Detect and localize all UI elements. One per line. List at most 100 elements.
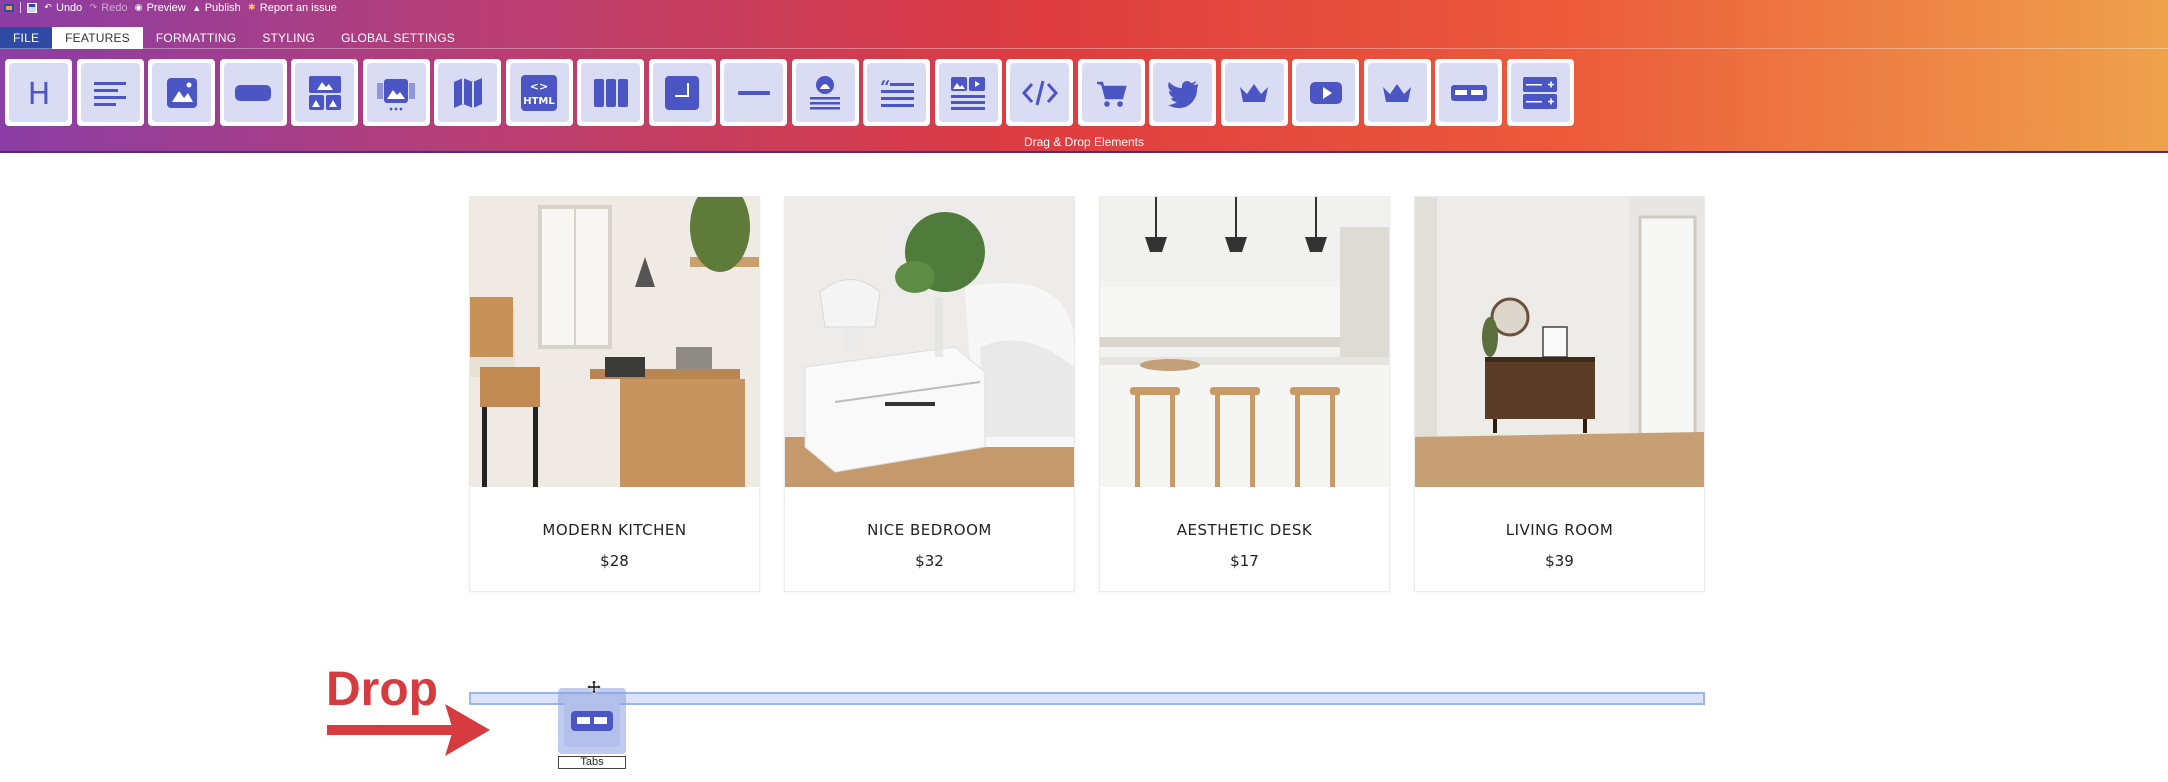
product-card[interactable]: MODERN KITCHEN $28 xyxy=(469,196,760,592)
redo-icon: ↷ xyxy=(89,2,98,12)
columns-tool[interactable] xyxy=(577,59,644,126)
undo-label: Undo xyxy=(56,1,83,14)
eye-icon: ◉ xyxy=(134,2,143,12)
product-name: NICE BEDROOM xyxy=(867,521,992,539)
button-tool[interactable] xyxy=(219,59,287,126)
save-button[interactable] xyxy=(27,2,37,13)
move-cursor-icon xyxy=(587,680,601,694)
divider-icon xyxy=(737,90,770,95)
button-icon xyxy=(235,84,271,101)
container-tool[interactable] xyxy=(648,59,716,126)
quick-menu: ↶ Undo ↷ Redo ◉ Preview ▲ Publish ✱ Report an… xyxy=(0,0,337,15)
map-icon xyxy=(453,77,482,108)
cart-tool[interactable] xyxy=(1077,59,1145,126)
svg-text:H: H xyxy=(27,77,50,112)
product-card[interactable]: NICE BEDROOM $32 xyxy=(784,196,1075,592)
tabs-tool[interactable] xyxy=(1435,59,1502,126)
product-name: LIVING ROOM xyxy=(1505,521,1614,539)
product-price: $39 xyxy=(1545,552,1574,570)
profile-icon xyxy=(810,75,840,109)
product-price: $17 xyxy=(1230,552,1259,570)
product-card[interactable]: LIVING ROOM $39 xyxy=(1414,196,1705,592)
image-slider-tool[interactable] xyxy=(362,59,430,126)
product-name: MODERN KITCHEN xyxy=(542,521,687,539)
youtube-icon xyxy=(1309,81,1342,104)
svg-text:“: “ xyxy=(880,77,890,98)
map-tool[interactable] xyxy=(434,59,501,126)
tab-file[interactable]: FILE xyxy=(0,27,53,49)
drop-zone-indicator[interactable] xyxy=(469,692,1705,705)
crown-icon xyxy=(1240,83,1268,102)
premium-tool[interactable] xyxy=(1363,59,1431,126)
product-grid: MODERN KITCHEN $28 NICE BEDROOM $32 AEST… xyxy=(469,196,1705,592)
accordion-tool[interactable] xyxy=(1506,59,1574,126)
text-lines-icon xyxy=(94,81,126,106)
publish-icon: ▲ xyxy=(192,2,202,13)
heading-tool[interactable]: H xyxy=(5,59,72,126)
undo-button[interactable]: ↶ Undo xyxy=(43,2,82,14)
divider-tool[interactable] xyxy=(720,59,787,126)
report-issue-button[interactable]: ✱ Report an issue xyxy=(247,2,337,14)
undo-icon: ↶ xyxy=(44,2,52,12)
svg-text:<>: <> xyxy=(530,80,548,93)
tab-formatting[interactable]: FORMATTING xyxy=(143,27,249,49)
product-image[interactable] xyxy=(1415,197,1704,487)
quote-tool[interactable]: “ xyxy=(863,59,930,126)
product-price: $32 xyxy=(915,552,944,570)
product-image[interactable] xyxy=(785,197,1074,487)
product-name: AESTHETIC DESK xyxy=(1176,521,1313,539)
ribbon-tabs: FILE FEATURES FORMATTING STYLING GLOBAL … xyxy=(0,27,2168,49)
svg-text:HTML: HTML xyxy=(523,96,555,107)
code-icon xyxy=(1021,80,1058,105)
menu-separator xyxy=(20,2,21,13)
preview-label: Preview xyxy=(146,1,186,14)
app-logo xyxy=(4,3,14,13)
redo-label: Redo xyxy=(101,1,128,14)
crown-icon xyxy=(1383,83,1411,102)
product-card[interactable]: AESTHETIC DESK $17 xyxy=(1099,196,1390,592)
image-grid-icon xyxy=(308,75,341,110)
twitter-icon xyxy=(1167,80,1198,108)
pricing-tool[interactable] xyxy=(1220,59,1288,126)
accordion-icon xyxy=(1523,76,1557,109)
embed-code-tool[interactable] xyxy=(1006,59,1073,126)
element-palette: H <> HTML “ xyxy=(5,59,1574,126)
preview-button[interactable]: ◉ Preview xyxy=(134,2,186,14)
text-tool[interactable] xyxy=(76,59,144,126)
heading-icon: H xyxy=(27,77,50,112)
twitter-tool[interactable] xyxy=(1149,59,1216,126)
save-icon xyxy=(27,2,37,13)
publish-label: Publish xyxy=(204,1,241,14)
logo-icon xyxy=(4,3,14,13)
media-text-icon xyxy=(951,76,985,110)
tabs-icon xyxy=(571,711,613,731)
product-image[interactable] xyxy=(1100,197,1389,487)
cart-icon xyxy=(1097,81,1127,107)
image-icon xyxy=(166,77,197,108)
publish-button[interactable]: ▲ Publish xyxy=(192,2,241,14)
testimonial-tool[interactable] xyxy=(791,59,859,126)
image-slider-icon xyxy=(377,78,415,110)
image-tool[interactable] xyxy=(148,59,215,126)
dragged-tabs-element[interactable] xyxy=(558,688,626,754)
youtube-tool[interactable] xyxy=(1292,59,1359,126)
product-price: $28 xyxy=(600,552,629,570)
product-image[interactable] xyxy=(470,197,759,487)
tab-global-settings[interactable]: GLOBAL SETTINGS xyxy=(328,27,468,49)
tab-features[interactable]: FEATURES xyxy=(52,27,143,49)
html-tool[interactable]: <> HTML xyxy=(505,59,573,126)
columns-icon xyxy=(593,78,628,107)
arrow-right-icon xyxy=(327,704,490,756)
image-grid-tool[interactable] xyxy=(291,59,358,126)
tab-styling[interactable]: STYLING xyxy=(249,27,328,49)
report-label: Report an issue xyxy=(259,1,337,14)
media-text-tool[interactable] xyxy=(934,59,1002,126)
section-heading-partial xyxy=(860,140,1320,152)
redo-button[interactable]: ↷ Redo xyxy=(88,1,128,14)
html-icon: <> HTML xyxy=(521,74,557,111)
quote-icon: “ xyxy=(880,77,914,107)
dragged-element-label: Tabs xyxy=(558,756,626,769)
tabs-icon xyxy=(1450,84,1487,101)
container-icon xyxy=(665,75,699,110)
bug-icon: ✱ xyxy=(248,2,256,12)
